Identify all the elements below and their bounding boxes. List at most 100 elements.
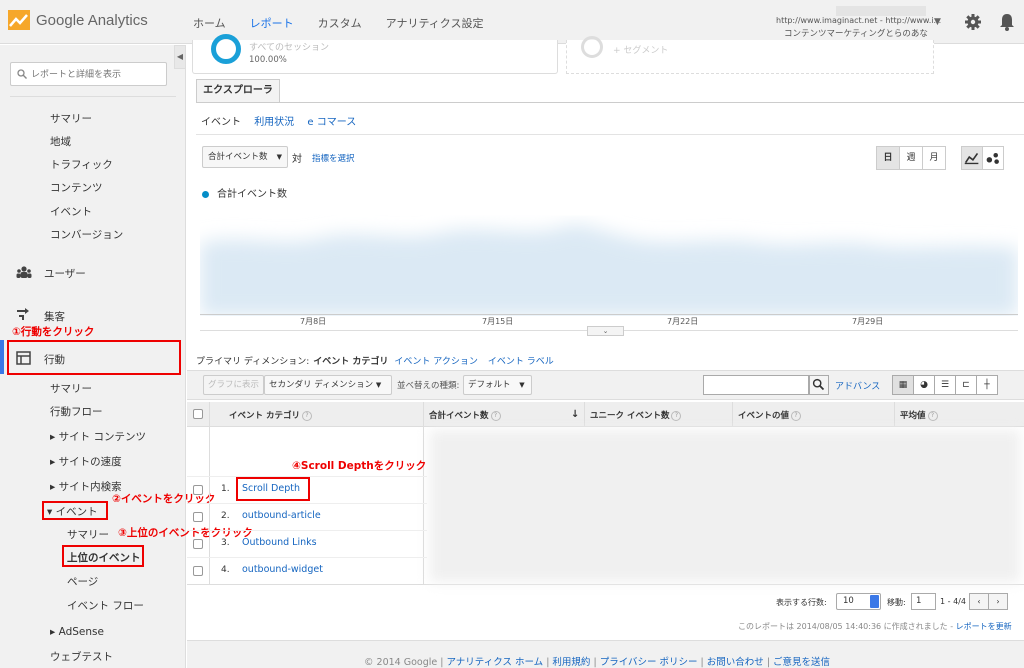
primary-dimension-label: プライマリ ディメンション: [196, 357, 310, 367]
motion-chart-button[interactable] [982, 146, 1004, 170]
nav-home[interactable]: ホーム [193, 15, 226, 31]
help-icon[interactable]: ? [791, 410, 802, 421]
sidebar-item-traffic[interactable]: トラフィック [50, 157, 113, 172]
sidebar-item-region[interactable]: 地域 [50, 134, 71, 149]
sidebar-item-users[interactable]: ユーザー [44, 266, 86, 281]
row-link[interactable]: Outbound Links [242, 537, 317, 548]
dimension-event-action[interactable]: イベント アクション [394, 357, 477, 367]
subtab-ecommerce[interactable]: e コマース [307, 117, 356, 128]
sidebar-item-webtest[interactable]: ウェブテスト [50, 649, 113, 664]
select-metric-link[interactable]: 指標を選択 [312, 152, 355, 164]
dimension-event-category[interactable]: イベント カテゴリ [313, 357, 388, 367]
sidebar-item-site-search[interactable]: ▸ サイト内検索 [50, 479, 122, 494]
sidebar-item-event[interactable]: イベント [50, 204, 92, 219]
account-caret-icon[interactable]: ▼ [934, 17, 941, 27]
week-button[interactable]: 週 [899, 146, 923, 170]
sidebar-item-behavior[interactable]: 行動 [44, 352, 65, 367]
header-event-category[interactable]: イベント カテゴリ? [229, 409, 312, 421]
goto-input[interactable]: 1 [911, 593, 936, 610]
next-page-button[interactable]: › [988, 593, 1008, 610]
sidebar-collapse-button[interactable]: ◀ [174, 45, 186, 69]
footer-terms-link[interactable]: 利用規約 [552, 657, 590, 668]
sidebar-item-acquisition[interactable]: 集客 [44, 309, 65, 324]
table-search-button[interactable] [809, 375, 829, 395]
sort-type-dropdown[interactable]: デフォルト ▼ [463, 375, 532, 395]
brand-name: Google Analytics [36, 11, 148, 29]
percentage-view-button[interactable]: ◕ [913, 375, 935, 395]
add-segment[interactable]: + セグメント [566, 36, 934, 74]
advanced-filter-link[interactable]: アドバンス [835, 379, 880, 392]
ga-logo[interactable]: Google Analytics [8, 10, 148, 30]
nav-admin[interactable]: アナリティクス設定 [386, 15, 484, 31]
data-view-button[interactable]: ▦ [892, 375, 914, 395]
sidebar-item-event-pages[interactable]: ページ [67, 574, 98, 589]
subtab-usage[interactable]: 利用状況 [254, 117, 294, 128]
footer-home-link[interactable]: アナリティクス ホーム [446, 657, 543, 668]
sidebar-item-behavior-summary[interactable]: サマリー [50, 381, 92, 396]
sidebar-item-conversion[interactable]: コンバージョン [50, 227, 123, 242]
footer-copyright: © 2014 Google | [364, 657, 447, 668]
nav-reports[interactable]: レポート [250, 15, 294, 31]
pivot-view-button[interactable]: ┼ [976, 375, 998, 395]
row-checkbox[interactable] [193, 539, 203, 549]
sidebar-item-events-summary[interactable]: サマリー [67, 527, 109, 542]
header-event-category-label: イベント カテゴリ [229, 411, 300, 421]
help-icon[interactable]: ? [671, 410, 682, 421]
row-checkbox[interactable] [193, 512, 203, 522]
footer-feedback-link[interactable]: ご意見を送信 [773, 657, 830, 668]
nav-custom[interactable]: カスタム [318, 15, 362, 31]
sidebar-item-events[interactable]: ▾ イベント [47, 504, 98, 519]
month-button[interactable]: 月 [922, 146, 946, 170]
comparison-view-button[interactable]: ⊏ [955, 375, 977, 395]
sidebar-item-site-content[interactable]: ▸ サイト コンテンツ [50, 429, 146, 444]
header-event-value-label: イベントの値 [738, 411, 790, 421]
table-search-input[interactable] [703, 375, 809, 395]
search-input[interactable] [31, 67, 161, 82]
footer-contact-link[interactable]: お問い合わせ [707, 657, 764, 668]
line-chart-button[interactable] [961, 146, 983, 170]
help-icon[interactable]: ? [301, 410, 312, 421]
help-icon[interactable]: ? [490, 410, 501, 421]
row-checkbox[interactable] [193, 566, 203, 576]
sidebar-item-site-speed[interactable]: ▸ サイトの速度 [50, 454, 122, 469]
tab-explorer[interactable]: エクスプローラ [196, 79, 280, 103]
select-all-checkbox[interactable] [193, 409, 203, 419]
plot-rows-button[interactable]: グラフに表示 [203, 375, 265, 395]
metric-dropdown[interactable]: 合計イベント数 ▼ [202, 146, 288, 168]
report-search[interactable] [10, 62, 167, 86]
rows-per-page-select[interactable]: 10 [836, 593, 881, 610]
prev-page-button[interactable]: ‹ [969, 593, 989, 610]
chart-area-series [200, 224, 1018, 316]
refresh-report-link[interactable]: レポートを更新 [956, 622, 1012, 631]
gear-icon[interactable] [964, 13, 982, 31]
footer-privacy-link[interactable]: プライバシー ポリシー [600, 657, 698, 668]
sidebar-item-adsense[interactable]: ▸ AdSense [50, 626, 104, 638]
annotation-box-behavior [7, 340, 181, 375]
help-icon[interactable]: ? [927, 410, 938, 421]
day-button[interactable]: 日 [876, 146, 900, 170]
bell-icon[interactable] [999, 13, 1015, 31]
account-selector[interactable]: http://www.imaginact.net - http://www.i.… [770, 6, 941, 39]
sidebar-item-contents[interactable]: コンテンツ [50, 180, 103, 195]
row-link[interactable]: outbound-article [242, 510, 321, 521]
segment-all-sessions[interactable]: すべてのセッション 100.00% [192, 34, 558, 74]
sidebar-item-event-flow[interactable]: イベント フロー [67, 598, 144, 613]
granularity-toggle: 日 週 月 [876, 146, 946, 170]
header-unique-events[interactable]: ユニーク イベント数? [590, 409, 682, 421]
header-event-value[interactable]: イベントの値? [738, 409, 802, 421]
segment-percent: 100.00% [249, 55, 287, 65]
header-total-events[interactable]: 合計イベント数? [429, 409, 501, 421]
dimension-event-label[interactable]: イベント ラベル [488, 357, 554, 367]
chart-resize-handle[interactable]: ⌄ [587, 326, 624, 336]
subtab-event[interactable]: イベント [201, 117, 241, 128]
row-checkbox[interactable] [193, 485, 203, 495]
sidebar-item-top-events[interactable]: 上位のイベント [67, 550, 141, 565]
sidebar-item-summary[interactable]: サマリー [50, 111, 92, 126]
header-avg-value[interactable]: 平均値? [900, 409, 938, 421]
sidebar-item-behavior-flow[interactable]: 行動フロー [50, 404, 103, 419]
performance-view-button[interactable]: ☰ [934, 375, 956, 395]
row-link[interactable]: outbound-widget [242, 564, 323, 575]
x-tick-0: 7月8日 [300, 317, 327, 326]
secondary-dimension-dropdown[interactable]: セカンダリ ディメンション ▼ [264, 375, 392, 395]
primary-dimension-bar: プライマリ ディメンション: イベント カテゴリ イベント アクション イベント ラベ… [196, 354, 564, 367]
